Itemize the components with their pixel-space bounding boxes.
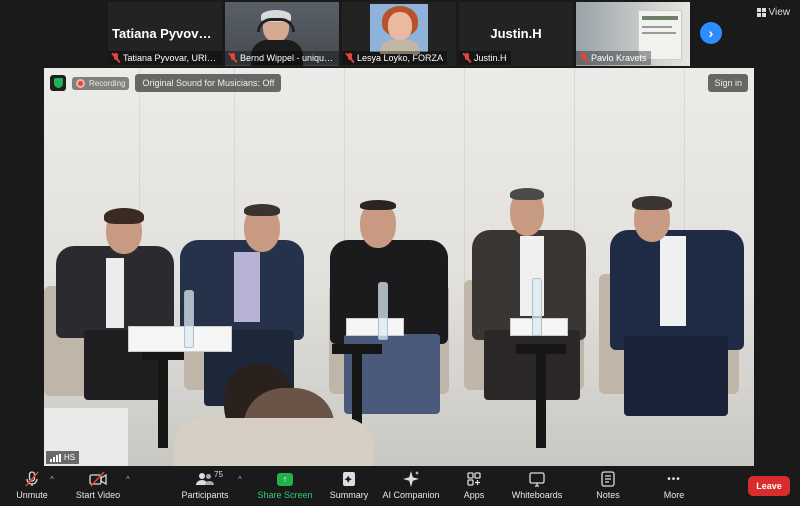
summary-icon [342, 470, 356, 488]
mic-off-icon [112, 53, 120, 63]
participant-tile[interactable]: Tatiana Pyvovar,... Tatiana Pyvovar, URI… [108, 2, 222, 66]
signal-icon [50, 453, 61, 462]
recording-icon [76, 78, 85, 88]
participant-label: Lesya Loyko, FORZA [342, 51, 448, 65]
participant-tile[interactable]: Pavlo Kravets [576, 2, 690, 66]
video-off-icon [89, 470, 107, 488]
mic-off-icon [346, 53, 354, 63]
video-options-caret[interactable]: ^ [126, 475, 130, 484]
participant-label: Bernd Wippel - unique... [225, 51, 339, 65]
ai-companion-button[interactable]: AI Companion [382, 470, 440, 500]
participants-button[interactable]: 75 Participants [180, 470, 230, 500]
speaker-label: HS [46, 451, 80, 464]
participant-label: Pavlo Kravets [576, 51, 651, 65]
participant-strip: Tatiana Pyvovar,... Tatiana Pyvovar, URI… [0, 0, 800, 68]
participant-tile[interactable]: Lesya Loyko, FORZA [342, 2, 456, 66]
more-button[interactable]: ••• More [660, 470, 688, 501]
participant-label: Tatiana Pyvovar, URIFF... [108, 51, 222, 65]
participants-options-caret[interactable]: ^ [238, 475, 242, 484]
whiteboards-button[interactable]: Whiteboards [510, 470, 564, 500]
meeting-toolbar: Unmute ^ Start Video ^ 75 Participants ^… [0, 466, 800, 506]
participant-name-large: Tatiana Pyvovar,... [112, 26, 222, 41]
mic-off-icon [24, 470, 40, 488]
participant-label: Justin.H [459, 51, 511, 65]
leave-button[interactable]: Leave [748, 476, 790, 496]
participant-avatar [370, 4, 428, 54]
share-screen-button[interactable]: ↑ Share Screen [257, 470, 313, 500]
view-label: View [768, 7, 791, 18]
audio-options-caret[interactable]: ^ [50, 475, 54, 484]
unmute-button[interactable]: Unmute [14, 470, 50, 500]
shield-icon[interactable] [50, 75, 66, 91]
chevron-right-icon[interactable]: › [700, 22, 722, 44]
mic-off-icon [229, 53, 237, 63]
view-grid-icon [756, 8, 766, 17]
shared-video[interactable]: Recording Original Sound for Musicians: … [44, 68, 754, 466]
mic-off-icon [580, 53, 588, 63]
meeting-status-bar: Recording Original Sound for Musicians: … [50, 74, 282, 92]
view-button[interactable]: View [756, 7, 791, 18]
ai-companion-icon [402, 470, 420, 488]
summary-button[interactable]: Summary [328, 470, 370, 500]
notes-icon [601, 470, 615, 488]
participants-count: 75 [214, 470, 223, 479]
original-sound-button[interactable]: Original Sound for Musicians: Off [135, 74, 282, 92]
recording-indicator[interactable]: Recording [72, 76, 130, 90]
apps-icon [466, 470, 482, 488]
share-screen-icon: ↑ [277, 472, 293, 486]
participant-tile[interactable]: Justin.H Justin.H [459, 2, 573, 66]
participants-icon: 75 [196, 470, 223, 488]
mic-off-icon [463, 53, 471, 63]
participant-name-large: Justin.H [490, 26, 542, 41]
more-icon: ••• [667, 473, 681, 485]
apps-button[interactable]: Apps [460, 470, 488, 500]
participant-tile[interactable]: Bernd Wippel - unique... [225, 2, 339, 66]
notes-button[interactable]: Notes [594, 470, 622, 500]
sign-in-button[interactable]: Sign in [708, 74, 748, 92]
start-video-button[interactable]: Start Video [74, 470, 122, 500]
whiteboards-icon [529, 470, 545, 488]
